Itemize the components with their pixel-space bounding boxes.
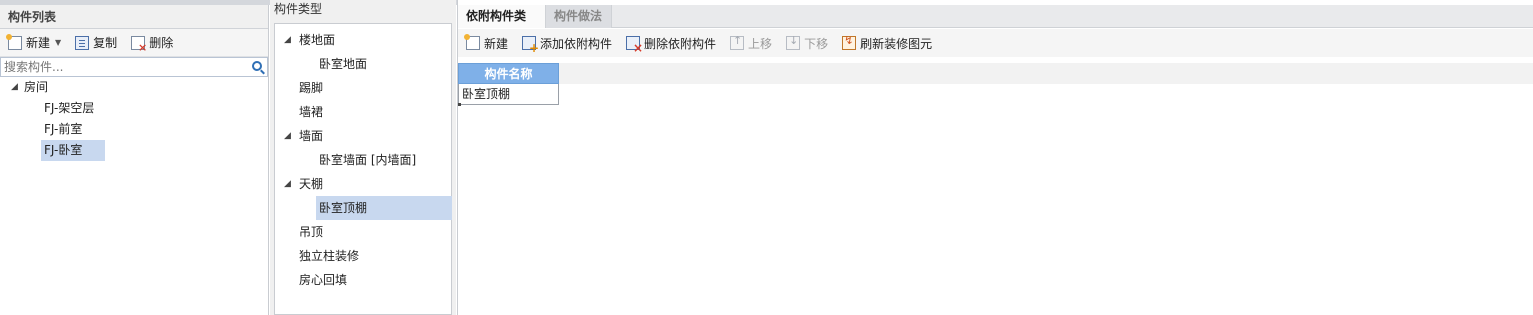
type-node-label: 墙面	[299, 129, 324, 143]
attached-components-panel: 依附构件类型 构件做法 新建 添加依附构件 删除依附构件 上移 下移 刷新装修图…	[457, 0, 1533, 315]
type-node-label: 卧室顶棚	[316, 196, 452, 220]
type-node-label: 天棚	[299, 177, 324, 191]
delete-icon	[131, 35, 147, 54]
copy-button[interactable]: 复制	[71, 32, 121, 54]
arrow-up-icon	[730, 34, 745, 50]
copy-button-label: 复制	[93, 36, 118, 50]
type-node-label: 卧室墙面 [内墙面]	[319, 153, 417, 167]
type-node[interactable]: 房心回填	[275, 268, 451, 292]
collapse-triangle-icon[interactable]: ◢	[284, 28, 291, 52]
type-node-label: 独立柱装修	[299, 249, 360, 263]
chevron-down-icon[interactable]: ▼	[55, 38, 61, 47]
remove-attached-label: 删除依附构件	[644, 36, 717, 51]
type-node-child[interactable]: 卧室地面	[275, 52, 451, 76]
tree-node-label: 房间	[24, 80, 49, 94]
refresh-decoration-button[interactable]: 刷新装修图元	[838, 32, 936, 54]
tree-node-label: FJ-架空层	[44, 101, 95, 115]
new-button[interactable]: 新建	[462, 32, 512, 54]
component-list-title: 构件列表	[0, 5, 268, 29]
component-list-panel: 构件列表 新建 ▼ 复制 删除 ◢ 房间 FJ-架空层 FJ-前室 F	[0, 5, 269, 315]
component-type-title: 构件类型	[274, 2, 323, 16]
tree-node-child[interactable]: FJ-前室	[0, 119, 268, 140]
remove-attached-icon	[626, 36, 643, 55]
refresh-decoration-label: 刷新装修图元	[860, 36, 933, 51]
component-type-tree: ◢ 楼地面 卧室地面 踢脚 墙裙 ◢ 墙面 卧室墙面 [内墙面] ◢ 天棚 卧室…	[274, 23, 452, 315]
move-down-label: 下移	[804, 36, 829, 51]
search-bar	[0, 56, 268, 77]
grid-cell[interactable]: 卧室顶棚	[458, 84, 559, 105]
type-node-label: 房心回填	[299, 273, 348, 287]
component-list-toolbar: 新建 ▼ 复制 删除	[0, 29, 268, 57]
type-node-label: 墙裙	[299, 105, 324, 119]
type-node-label: 吊顶	[299, 225, 324, 239]
type-node-label: 楼地面	[299, 33, 336, 47]
tab-component-method[interactable]: 构件做法	[546, 5, 612, 28]
search-icon[interactable]	[252, 61, 262, 71]
collapse-triangle-icon[interactable]: ◢	[11, 77, 18, 98]
tree-node-child-selected[interactable]: FJ-卧室	[0, 140, 268, 161]
type-node-label: 卧室地面	[319, 57, 368, 71]
add-attached-button[interactable]: 添加依附构件	[518, 32, 616, 55]
tree-node-child[interactable]: FJ-架空层	[0, 98, 268, 119]
refresh-icon	[842, 34, 857, 50]
column-header-name[interactable]: 构件名称	[458, 63, 559, 84]
row-marker	[458, 103, 461, 106]
new-icon	[6, 33, 22, 50]
new-button[interactable]: 新建 ▼	[4, 32, 65, 54]
tree-node-label: FJ-前室	[44, 122, 83, 136]
search-input[interactable]	[0, 56, 268, 77]
new-button-label: 新建	[484, 36, 509, 51]
type-node-child-selected[interactable]: 卧室顶棚	[275, 196, 452, 220]
move-down-button[interactable]: 下移	[782, 32, 832, 54]
component-type-panel: 构件类型 ◢ 楼地面 卧室地面 踢脚 墙裙 ◢ 墙面 卧室墙面 [内墙面] ◢ …	[270, 0, 456, 315]
new-icon	[464, 34, 480, 50]
add-attached-icon	[522, 36, 539, 55]
collapse-triangle-icon[interactable]: ◢	[284, 172, 291, 196]
type-node[interactable]: 踢脚	[275, 76, 451, 100]
attached-toolbar: 新建 添加依附构件 删除依附构件 上移 下移 刷新装修图元	[458, 29, 1533, 57]
type-node-wall[interactable]: ◢ 墙面	[275, 124, 451, 148]
delete-button[interactable]: 删除	[127, 32, 177, 54]
copy-icon	[75, 35, 90, 50]
move-up-label: 上移	[748, 36, 773, 51]
type-node[interactable]: 墙裙	[275, 100, 451, 124]
type-node-child[interactable]: 卧室墙面 [内墙面]	[275, 148, 451, 172]
add-attached-label: 添加依附构件	[540, 36, 613, 51]
new-button-label: 新建	[26, 36, 51, 50]
tree-node-room[interactable]: ◢ 房间	[0, 77, 268, 98]
type-node[interactable]: 吊顶	[275, 220, 451, 244]
tab-attached-types[interactable]: 依附构件类型	[458, 5, 546, 45]
type-node[interactable]: 独立柱装修	[275, 244, 451, 268]
grid-header-bar	[458, 63, 1533, 84]
remove-attached-button[interactable]: 删除依附构件	[622, 32, 720, 55]
component-tree: ◢ 房间 FJ-架空层 FJ-前室 FJ-卧室	[0, 77, 268, 161]
tree-node-label: FJ-卧室	[41, 140, 105, 161]
arrow-down-icon	[786, 34, 801, 50]
type-node-ceiling[interactable]: ◢ 天棚	[275, 172, 451, 196]
move-up-button[interactable]: 上移	[726, 32, 776, 54]
type-node-label: 踢脚	[299, 81, 324, 95]
collapse-triangle-icon[interactable]: ◢	[284, 124, 291, 148]
tab-bar: 依附构件类型 构件做法	[458, 5, 1533, 45]
delete-button-label: 删除	[149, 36, 174, 50]
type-node-floor[interactable]: ◢ 楼地面	[275, 28, 451, 52]
attached-grid: 构件名称 卧室顶棚	[458, 63, 1533, 315]
